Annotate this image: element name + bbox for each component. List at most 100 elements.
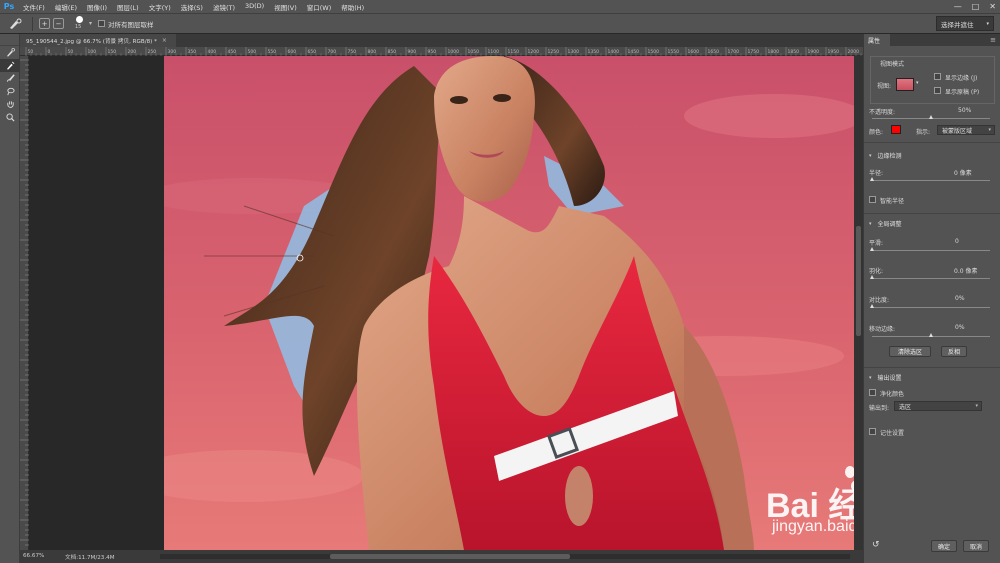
document-size[interactable]: 文档:11.7M/23.4M: [65, 553, 115, 561]
quick-selection-tool[interactable]: [0, 46, 20, 59]
brush-tool[interactable]: [0, 72, 20, 85]
radius-slider-thumb[interactable]: [870, 177, 874, 181]
lasso-icon: [6, 87, 15, 96]
opacity-slider-thumb[interactable]: [928, 115, 933, 119]
subtract-from-selection-icon[interactable]: −: [53, 18, 64, 29]
feather-slider[interactable]: [872, 278, 990, 279]
tools-panel-grip[interactable]: [0, 34, 19, 46]
menu-item[interactable]: 图像(I): [82, 2, 112, 12]
menu-item[interactable]: 滤镜(T): [208, 2, 240, 12]
menu-item[interactable]: 编辑(E): [50, 2, 82, 12]
decontaminate-colors-label: 净化颜色: [880, 391, 905, 398]
sample-all-layers-option[interactable]: 对所有图层取样: [98, 19, 154, 29]
color-label: 颜色:: [869, 129, 884, 136]
radius-slider[interactable]: [872, 180, 990, 181]
ruler-label: 150: [108, 49, 117, 55]
panel-menu-icon[interactable]: ≡: [990, 36, 996, 44]
ruler-label: 1200: [528, 49, 540, 55]
menu-item[interactable]: 窗口(W): [302, 2, 337, 12]
select-and-mask-dropdown[interactable]: 选择并遮住 ▾: [936, 16, 994, 31]
minimize-button[interactable]: —: [954, 2, 962, 11]
shift-edge-slider-thumb[interactable]: [928, 333, 933, 337]
view-mode-thumbnail[interactable]: [896, 78, 914, 91]
edge-detection-header[interactable]: ▾ 边缘检测: [869, 151, 902, 161]
global-refinements-title: 全局调整: [877, 221, 902, 228]
show-original-checkbox[interactable]: [934, 87, 941, 94]
opacity-value[interactable]: 50%: [958, 107, 971, 114]
ruler-label: 1850: [788, 49, 800, 55]
chevron-down-icon: ▾: [869, 220, 872, 227]
overlay-color-swatch[interactable]: [891, 125, 901, 134]
ruler-label: 1450: [628, 49, 640, 55]
contrast-slider-thumb[interactable]: [870, 304, 874, 308]
ok-button[interactable]: 确定: [931, 540, 957, 552]
contrast-slider[interactable]: [872, 307, 990, 308]
menu-item[interactable]: 图层(L): [112, 2, 144, 12]
ruler-label: 1900: [808, 49, 820, 55]
show-edge-checkbox[interactable]: [934, 73, 941, 80]
refine-edge-brush-tool[interactable]: [0, 59, 20, 72]
decontaminate-colors-checkbox[interactable]: [869, 389, 876, 396]
menu-item[interactable]: 帮助(H): [336, 2, 369, 12]
menu-item[interactable]: 选择(S): [176, 2, 208, 12]
vertical-scrollbar-thumb[interactable]: [856, 226, 861, 336]
smooth-value[interactable]: 0: [955, 238, 959, 245]
maximize-button[interactable]: □: [972, 2, 980, 11]
ruler-label: 50: [68, 49, 74, 55]
opacity-label: 不透明度:: [869, 109, 896, 116]
output-to-dropdown[interactable]: 选区 ▾: [894, 401, 982, 411]
hand-icon: [6, 101, 14, 108]
brush-icon: [6, 74, 15, 82]
zoom-icon: [5, 113, 15, 122]
ruler-label: 1650: [708, 49, 720, 55]
remember-settings-checkbox[interactable]: [869, 428, 876, 435]
document-tab[interactable]: 95_190544_2.jpg @ 66.7% (背景 拷贝, RGB/8) *…: [20, 34, 176, 47]
add-to-selection-icon[interactable]: +: [39, 18, 50, 29]
chevron-down-icon[interactable]: ▾: [916, 80, 919, 86]
feather-slider-thumb[interactable]: [870, 275, 874, 279]
global-refinements-header[interactable]: ▾ 全局调整: [869, 219, 902, 229]
ruler-label: 50: [28, 49, 34, 55]
menu-item[interactable]: 视图(V): [269, 2, 302, 12]
close-window-button[interactable]: ✕: [989, 2, 996, 11]
vertical-ruler[interactable]: [20, 56, 29, 550]
smart-radius-checkbox[interactable]: [869, 196, 876, 203]
ruler-label: 1000: [448, 49, 460, 55]
radius-value[interactable]: 0 像素: [954, 168, 972, 177]
vertical-scrollbar[interactable]: [854, 56, 863, 550]
zoom-level[interactable]: 66.67%: [23, 553, 44, 559]
invert-button[interactable]: 反相: [941, 346, 967, 357]
close-tab-icon[interactable]: ×: [162, 37, 167, 44]
shift-edge-value[interactable]: 0%: [955, 324, 965, 331]
indicate-dropdown[interactable]: 被蒙版区域 ▾: [937, 125, 995, 135]
reset-icon[interactable]: ↺: [872, 540, 880, 550]
menu-item[interactable]: 文件(F): [18, 2, 50, 12]
horizontal-ruler[interactable]: 50 0 50 100 150 200 250 300 350 400 450 500 550 600 65…: [20, 47, 863, 56]
ruler-label: 1300: [568, 49, 580, 55]
brush-size-picker[interactable]: 15: [73, 15, 87, 32]
zoom-tool[interactable]: [0, 111, 20, 124]
smooth-slider-thumb[interactable]: [870, 247, 874, 251]
edge-detection-title: 边缘检测: [877, 153, 902, 160]
clear-selection-button[interactable]: 清除选区: [889, 346, 931, 357]
tab-properties[interactable]: 属性: [864, 34, 890, 46]
ruler-label: 500: [248, 49, 257, 55]
ruler-label: 950: [428, 49, 437, 55]
horizontal-scrollbar[interactable]: [160, 554, 850, 559]
cancel-button[interactable]: 取消: [963, 540, 989, 552]
contrast-value[interactable]: 0%: [955, 295, 965, 302]
smooth-slider[interactable]: [872, 250, 990, 251]
chevron-down-icon[interactable]: ▾: [89, 20, 92, 27]
lasso-tool[interactable]: [0, 85, 20, 98]
horizontal-scrollbar-thumb[interactable]: [330, 554, 570, 559]
ruler-label: 550: [268, 49, 277, 55]
feather-value[interactable]: 0.0 像素: [954, 266, 977, 275]
canvas-image[interactable]: [164, 56, 854, 550]
menu-item[interactable]: 文字(Y): [144, 2, 176, 12]
output-settings-header[interactable]: ▾ 输出设置: [869, 373, 902, 383]
window-controls: — □ ✕: [954, 0, 996, 13]
tool-preset-picker[interactable]: [4, 16, 26, 32]
menu-item[interactable]: 3D(D): [240, 2, 269, 12]
sample-all-layers-checkbox[interactable]: [98, 20, 106, 27]
hand-tool[interactable]: [0, 98, 20, 111]
